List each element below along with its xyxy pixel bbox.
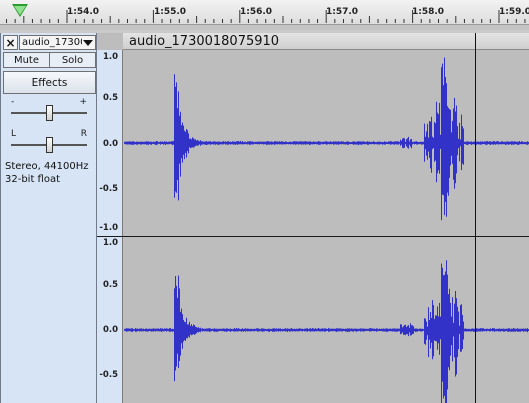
track-format-info: Stereo, 44100Hz 32-bit float [5, 160, 89, 186]
track-control-panel[interactable]: × audio_17300 Mute Solo Effects - + L R … [0, 33, 97, 403]
vruler-label: 0.0 [102, 139, 118, 149]
track-menu-button[interactable]: audio_17300 [19, 35, 96, 50]
channel-divider [97, 236, 529, 237]
track-title-row: × audio_17300 [3, 35, 96, 50]
mute-solo-row: Mute Solo [3, 52, 96, 68]
vruler-label: 0.0 [102, 325, 118, 335]
waveform-channel [124, 260, 529, 403]
gain-slider[interactable]: - + [9, 97, 89, 121]
effects-button[interactable]: Effects [3, 71, 96, 94]
pan-left-label: L [11, 129, 17, 139]
waveform-channel [124, 57, 529, 221]
clip-name: audio_1730018075910 [129, 34, 280, 49]
ruler-label: 1:57.0 [326, 7, 359, 17]
vruler-label: -0.5 [99, 370, 118, 380]
gain-min-label: - [11, 97, 15, 107]
ruler-timeline-strip[interactable] [0, 24, 529, 30]
pan-right-label: R [80, 129, 87, 139]
vruler-label: 0.5 [102, 280, 118, 290]
gain-slider-thumb[interactable] [46, 105, 53, 121]
vruler-label: -0.5 [99, 184, 118, 194]
ruler-label: 1:59.0 [499, 7, 529, 17]
close-icon: × [5, 35, 16, 50]
pan-slider[interactable]: L R [9, 129, 89, 153]
solo-button[interactable]: Solo [50, 52, 96, 68]
vruler-label: 1.0 [102, 52, 118, 62]
waveform-display[interactable] [124, 50, 529, 403]
pan-slider-thumb[interactable] [46, 137, 53, 153]
timeline-ruler[interactable]: 1:54.0 1:55.0 1:56.0 1:57.0 1:58.0 1:59.… [0, 0, 529, 30]
track-format-rate: Stereo, 44100Hz [5, 161, 89, 172]
close-track-button[interactable]: × [3, 35, 18, 50]
ruler-label: 1:54.0 [67, 7, 100, 17]
ruler-label: 1:58.0 [412, 7, 445, 17]
ruler-label: 1:55.0 [154, 7, 187, 17]
mute-button[interactable]: Mute [3, 52, 50, 68]
vertical-amplitude-ruler[interactable]: 1.0 0.5 0.0 -0.5 -1.0 1.0 0.5 0.0 -0.5 [97, 50, 123, 403]
vruler-label: 0.5 [102, 93, 118, 103]
gain-max-label: + [79, 97, 87, 107]
vruler-label: -1.0 [99, 223, 118, 233]
vruler-label: 1.0 [102, 238, 118, 248]
track-name-label: audio_17300 [22, 37, 82, 48]
chevron-down-icon [83, 39, 93, 46]
ruler-label: 1:56.0 [240, 7, 273, 17]
edit-cursor-line [475, 33, 476, 403]
track-waveform-area[interactable]: audio_1730018075910 1.0 0.5 0.0 -0.5 -1.… [97, 33, 529, 403]
track-clip-header[interactable]: audio_1730018075910 [123, 33, 529, 50]
track-format-depth: 32-bit float [5, 174, 61, 185]
